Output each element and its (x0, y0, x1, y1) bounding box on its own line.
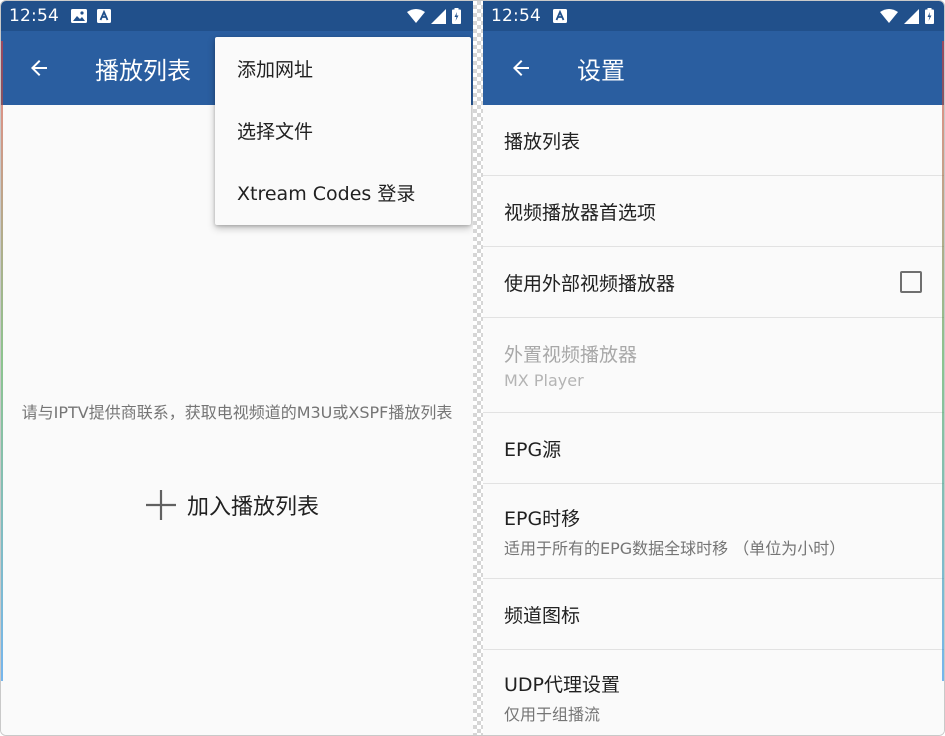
empty-playlist-message: 请与IPTV提供商联系，获取电视频道的M3U或XSPF播放列表 (21, 403, 453, 422)
setting-title: EPG源 (504, 438, 562, 461)
settings-list: 播放列表 视频播放器首选项 使用外部视频播放器 外置视频播放器 MX Playe… (483, 105, 944, 735)
status-time: 12:54 (9, 6, 59, 26)
setting-epg-source[interactable]: EPG源 (483, 413, 944, 484)
menu-item-add-url[interactable]: 添加网址 (215, 37, 471, 99)
setting-title: UDP代理设置 (504, 674, 620, 696)
image-icon (71, 9, 87, 23)
setting-playlist[interactable]: 播放列表 (483, 105, 944, 176)
signal-icon (904, 8, 919, 24)
a-box-icon (97, 9, 111, 23)
back-arrow-icon (513, 60, 529, 76)
status-icons (407, 1, 461, 31)
setting-subtitle: 仅用于组播流 (504, 705, 601, 724)
back-button[interactable] (501, 48, 541, 88)
setting-subtitle: 适用于所有的EPG数据全球时移 （单位为小时） (504, 538, 846, 558)
overflow-menu: 添加网址 选择文件 Xtream Codes 登录 (215, 37, 471, 225)
setting-title: 频道图标 (504, 604, 581, 627)
setting-epg-timeshift[interactable]: EPG时移 适用于所有的EPG数据全球时移 （单位为小时） (483, 484, 944, 579)
status-bar: 12:54 (483, 1, 944, 31)
external-player-checkbox[interactable] (900, 271, 922, 293)
setting-udp-proxy[interactable]: UDP代理设置 仅用于组播流 (483, 650, 944, 735)
setting-title: 视频播放器首选项 (504, 201, 657, 224)
add-playlist-button[interactable]: 加入播放列表 (145, 485, 319, 525)
battery-icon (925, 8, 934, 24)
signal-icon (431, 8, 446, 24)
a-box-icon (553, 9, 567, 23)
status-time: 12:54 (491, 6, 541, 26)
setting-use-external-player[interactable]: 使用外部视频播放器 (483, 247, 944, 318)
wifi-icon (407, 9, 425, 23)
setting-title: 外置视频播放器 (504, 344, 638, 366)
status-bar: 12:54 (1, 1, 473, 31)
setting-video-player-prefs[interactable]: 视频播放器首选项 (483, 176, 944, 247)
settings-screen: 12:54 设置 播放列表 视频播放器首选项 使用外部视频播放器 外置视频播放器… (483, 1, 944, 735)
left-edge-gradient (1, 41, 3, 681)
battery-icon (452, 8, 461, 24)
menu-item-choose-file[interactable]: 选择文件 (215, 99, 471, 161)
menu-item-xtream-login[interactable]: Xtream Codes 登录 (215, 161, 471, 223)
setting-title: EPG时移 (504, 507, 581, 530)
setting-subtitle: MX Player (504, 371, 584, 390)
playlist-screen: 12:54 播放列表 请与IPTV提供商联系，获取电视频道的M3U或XSPF播放… (1, 1, 473, 735)
setting-title: 播放列表 (504, 130, 581, 153)
status-icons (880, 1, 934, 31)
add-playlist-label: 加入播放列表 (187, 495, 320, 520)
plus-icon (146, 490, 176, 520)
screenshot-frame: 12:54 播放列表 请与IPTV提供商联系，获取电视频道的M3U或XSPF播放… (0, 0, 945, 736)
setting-channel-icons[interactable]: 频道图标 (483, 579, 944, 650)
app-bar: 设置 (483, 31, 944, 105)
page-title: 设置 (577, 56, 625, 85)
setting-title: 使用外部视频播放器 (504, 272, 676, 295)
back-button[interactable] (19, 48, 59, 88)
page-title: 播放列表 (95, 56, 191, 85)
divider-checkerboard (473, 1, 483, 735)
wifi-icon (880, 9, 898, 23)
setting-external-player: 外置视频播放器 MX Player (483, 318, 944, 413)
right-edge-gradient (942, 41, 944, 681)
back-arrow-icon (31, 60, 47, 76)
